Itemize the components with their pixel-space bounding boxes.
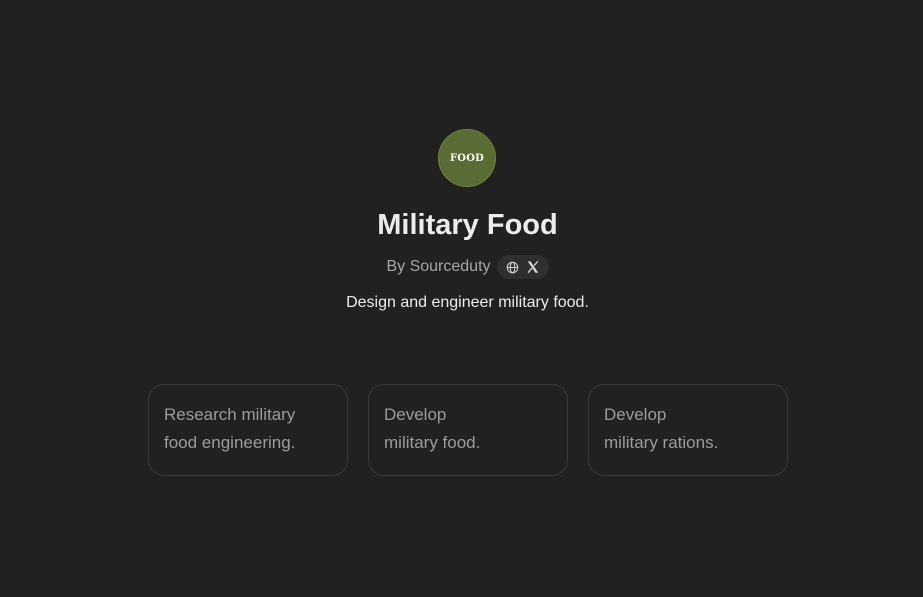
starter-text-line: Research military (164, 405, 296, 424)
conversation-starters: Research military food engineering. Deve… (148, 384, 788, 476)
gpt-avatar: FOOD (438, 129, 496, 187)
gpt-description: Design and engineer military food. (346, 294, 589, 311)
author-label: By Sourceduty (386, 257, 491, 275)
starter-text-line: food engineering. (164, 433, 296, 452)
globe-icon[interactable] (506, 260, 520, 274)
starter-text-line: Develop (384, 405, 447, 424)
avatar-logo-text: FOOD (450, 152, 484, 164)
starter-card[interactable]: Research military food engineering. (148, 384, 348, 476)
gpt-byline: By Sourceduty (0, 254, 923, 279)
gpt-title: Military Food (377, 209, 558, 241)
starter-text-line: Develop (604, 405, 667, 424)
gpt-intro-page: FOOD Military Food By Sourceduty Design (0, 0, 923, 597)
starter-text-line: military food. (384, 433, 481, 452)
starter-card[interactable]: Develop military rations. (588, 384, 788, 476)
starter-text-line: military rations. (604, 433, 719, 452)
social-links (496, 255, 549, 279)
x-logo-icon[interactable] (526, 260, 540, 274)
starter-card[interactable]: Develop military food. (368, 384, 568, 476)
